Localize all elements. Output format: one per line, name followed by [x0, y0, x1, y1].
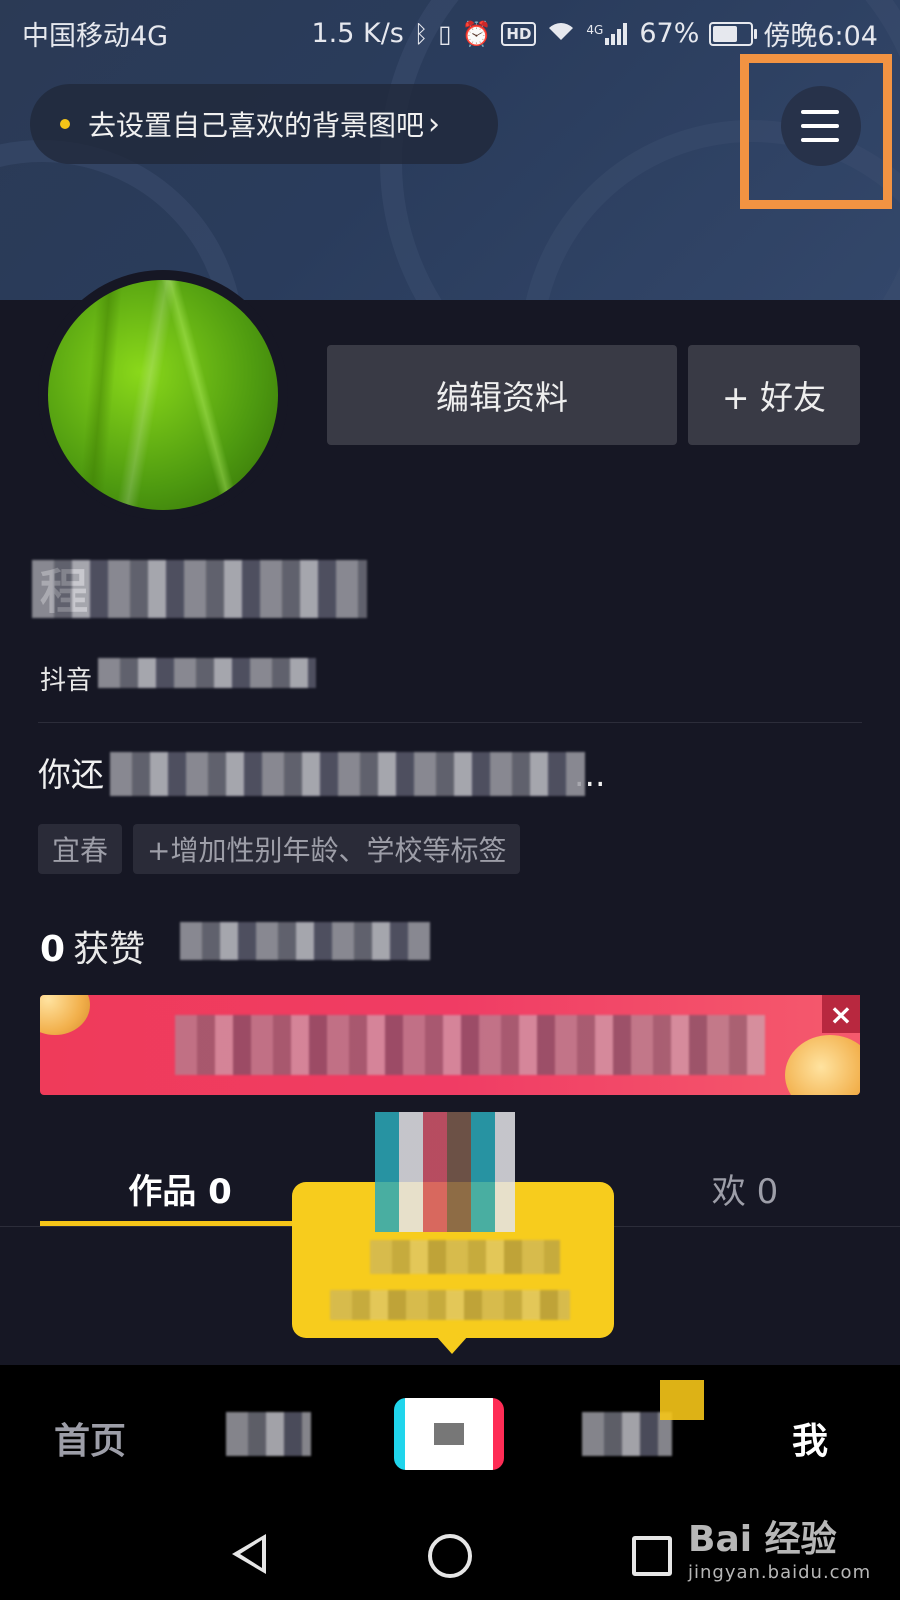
vibrate-icon: ▯ — [438, 19, 452, 48]
plus-center — [434, 1423, 464, 1445]
create-plus-icon[interactable] — [394, 1398, 504, 1470]
message-badge — [660, 1380, 704, 1420]
add-friend-button[interactable]: + 好友 — [688, 345, 860, 445]
chevron-right-icon: › — [428, 106, 441, 142]
redacted-bio — [110, 752, 585, 796]
nav-messages[interactable] — [582, 1412, 672, 1456]
baidu-watermark: Bai 经验 jingyan.baidu.com — [688, 1510, 871, 1583]
tooltip-arrow — [436, 1336, 468, 1354]
battery-icon — [709, 21, 758, 46]
battery-percent: 67% — [639, 18, 700, 49]
coin-decoration — [40, 995, 90, 1035]
redacted-douyin-id — [98, 658, 316, 688]
set-background-prompt[interactable]: 去设置自己喜欢的背景图吧 › — [30, 84, 498, 164]
redacted-stats — [180, 922, 430, 960]
battery-level — [713, 25, 738, 42]
avatar[interactable] — [48, 280, 278, 510]
tab-likes[interactable]: 欢 0 — [660, 1148, 830, 1228]
carrier-label: 中国移动4G — [22, 21, 169, 52]
status-icons: 1.5 K/s ᛒ ▯ ⏰ HD 4G 67% 傍晚6:04 — [311, 14, 878, 53]
redacted-tooltip-title — [370, 1240, 560, 1274]
divider — [38, 722, 862, 723]
back-icon[interactable] — [232, 1534, 266, 1574]
watermark-url: jingyan.baidu.com — [688, 1562, 872, 1583]
promo-banner[interactable] — [40, 995, 860, 1095]
prompt-dot-icon — [60, 119, 70, 129]
net-speed: 1.5 K/s — [311, 18, 404, 49]
hd-icon: HD — [501, 21, 537, 46]
bluetooth-icon: ᛒ — [413, 19, 429, 48]
tooltip-image — [375, 1112, 515, 1232]
signal-icon: 4G — [586, 22, 629, 45]
douyin-id-prefix: 抖音 — [40, 666, 93, 696]
home-icon[interactable] — [428, 1534, 472, 1578]
watermark-brand: Bai 经验 — [688, 1519, 837, 1560]
likes-count: 0 — [40, 929, 66, 970]
nav-home[interactable]: 首页 — [54, 1412, 126, 1464]
add-tags-button[interactable]: +增加性别年龄、学校等标签 — [133, 824, 521, 874]
highlight-box — [740, 54, 892, 209]
alarm-icon: ⏰ — [461, 19, 492, 48]
edit-profile-button[interactable]: 编辑资料 — [327, 345, 677, 445]
nav-me[interactable]: 我 — [792, 1412, 828, 1464]
coin-decoration — [785, 1035, 860, 1095]
douyin-id[interactable]: 抖音 — [40, 660, 92, 697]
set-background-label: 去设置自己喜欢的背景图吧 — [88, 109, 425, 142]
likes-stat[interactable]: 0 获赞 — [40, 920, 145, 972]
bio-prefix: 你还 — [38, 755, 104, 794]
likes-label: 获赞 — [73, 929, 146, 970]
tab-works[interactable]: 作品 0 — [40, 1148, 320, 1228]
close-icon[interactable]: × — [822, 995, 860, 1033]
redacted-username — [32, 560, 367, 618]
signal-label: 4G — [586, 22, 604, 37]
nav-friends[interactable] — [226, 1412, 311, 1456]
tag-location[interactable]: 宜春 — [38, 824, 123, 874]
clock: 傍晚6:04 — [763, 21, 878, 52]
wifi-icon — [546, 20, 576, 48]
redacted-banner-text — [175, 1015, 765, 1075]
recents-icon[interactable] — [632, 1536, 672, 1576]
redacted-tooltip-text — [330, 1290, 570, 1320]
